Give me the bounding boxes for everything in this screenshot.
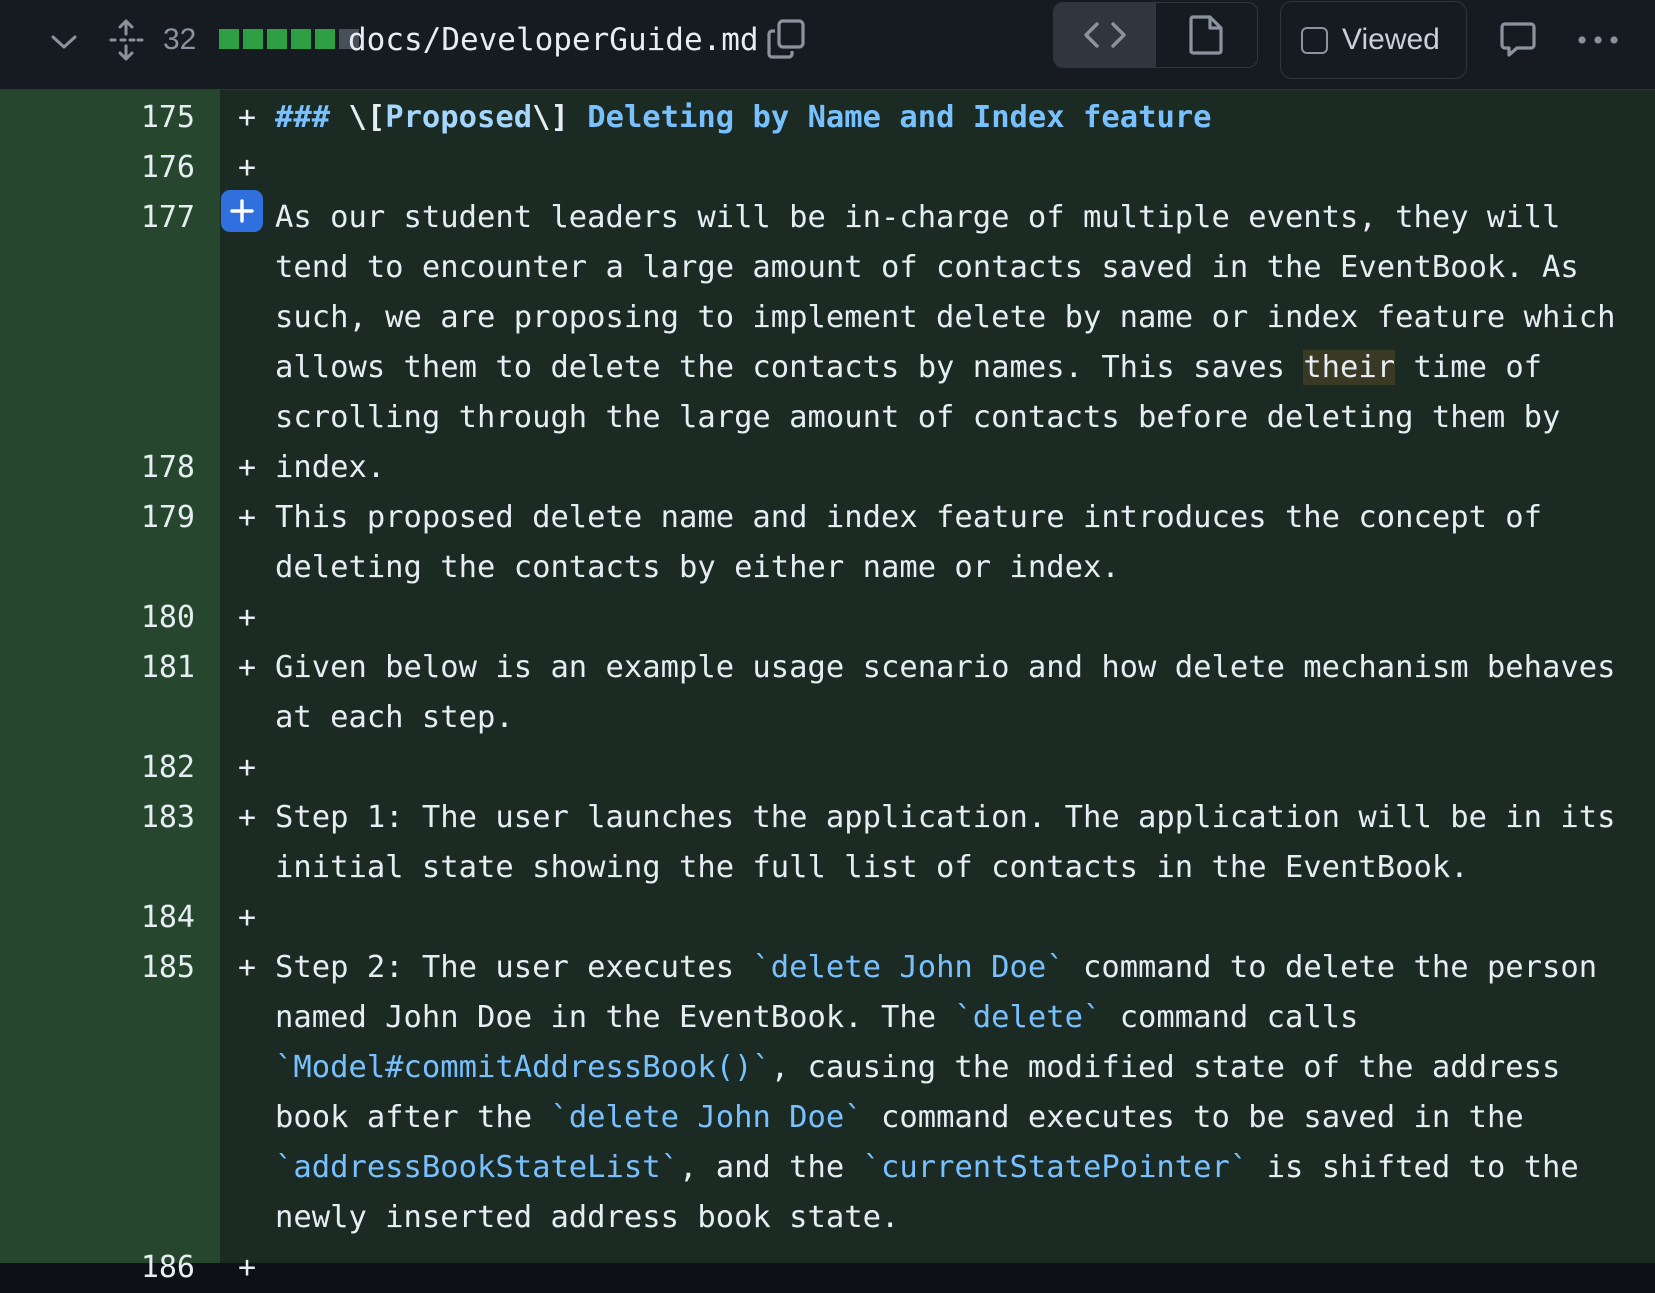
checkbox-icon[interactable] <box>1301 26 1328 54</box>
paragraph-text: command executes to be saved in the <box>862 1100 1543 1135</box>
inline-code: `currentStatePointer` <box>862 1150 1249 1185</box>
line-number[interactable]: 181 <box>0 643 195 693</box>
code-view-button[interactable] <box>1054 3 1156 67</box>
kebab-horizontal-icon[interactable] <box>1572 16 1624 64</box>
diffstat-square <box>291 29 311 49</box>
addition-marker: + <box>238 1250 257 1285</box>
code-icon <box>1084 22 1126 48</box>
line-number[interactable]: 177 <box>0 193 195 243</box>
line-number[interactable]: 184 <box>0 893 195 943</box>
paragraph-text: , and the <box>678 1150 863 1185</box>
heading-hashes: ### <box>275 100 331 135</box>
unfold-icon[interactable] <box>104 16 148 64</box>
line-content: Step 2: The user executes `delete John D… <box>275 943 1647 1243</box>
line-content: Step 1: The user launches the applicatio… <box>275 800 1634 885</box>
addition-marker: + <box>238 450 257 485</box>
file-icon <box>1189 15 1223 55</box>
addition-marker: + <box>238 100 257 135</box>
viewed-label: Viewed <box>1342 23 1440 56</box>
line-number[interactable]: 186 <box>0 1243 195 1293</box>
addition-marker: + <box>238 150 257 185</box>
line-number[interactable]: 182 <box>0 743 195 793</box>
line-number[interactable]: 178 <box>0 443 195 493</box>
line-content: ### \[Proposed\] Deleting by Name and In… <box>275 93 1647 143</box>
view-toggle <box>1053 2 1258 68</box>
line-content: As our student leaders will be in-charge… <box>275 193 1647 493</box>
comment-icon[interactable] <box>1496 16 1540 64</box>
line-number[interactable]: 176 <box>0 143 195 193</box>
paragraph-text: Step 2: The user executes <box>275 950 753 985</box>
line-number[interactable]: 175 <box>0 93 195 143</box>
line-number[interactable]: 183 <box>0 793 195 843</box>
line-content: This proposed delete name and index feat… <box>275 500 1561 585</box>
diff-table: 175 + ### \[Proposed\] Deleting by Name … <box>0 90 1655 1285</box>
diffstat-bar <box>219 29 359 49</box>
inline-code: `Model#commitAddressBook()` <box>275 1050 771 1085</box>
plus-icon <box>230 199 254 223</box>
paragraph-text: command calls <box>1101 1000 1377 1035</box>
file-header: 32 docs/DeveloperGuide.md Viewed <box>0 0 1655 90</box>
addition-marker: + <box>238 650 257 685</box>
inline-code: `addressBookStateList` <box>275 1150 679 1185</box>
diffstat-square <box>219 29 239 49</box>
addition-marker: + <box>238 950 257 985</box>
diffstat-square <box>267 29 287 49</box>
add-line-comment-button[interactable] <box>221 190 263 232</box>
viewed-checkbox[interactable]: Viewed <box>1280 1 1467 79</box>
changed-lines-count: 32 <box>163 23 197 56</box>
chevron-down-icon[interactable] <box>44 22 84 62</box>
addition-marker: + <box>238 600 257 635</box>
heading-title: Deleting by Name and Index feature <box>587 100 1212 135</box>
inline-code: `delete` <box>954 1000 1102 1035</box>
inline-code: `delete John Doe` <box>752 950 1065 985</box>
rich-view-button[interactable] <box>1156 3 1258 67</box>
line-content: Given below is an example usage scenario… <box>275 650 1634 735</box>
line-number[interactable]: 179 <box>0 493 195 543</box>
addition-marker: + <box>238 500 257 535</box>
diffstat-square <box>243 29 263 49</box>
file-name-link[interactable]: docs/DeveloperGuide.md <box>348 18 759 62</box>
heading-escape-open: \[ <box>348 100 386 135</box>
heading-escape-close: \] <box>532 100 569 135</box>
inline-code: `delete John Doe` <box>550 1100 863 1135</box>
addition-marker: + <box>238 900 257 935</box>
addition-marker: + <box>238 750 257 785</box>
addition-marker: + <box>238 800 257 835</box>
copy-icon[interactable] <box>762 14 810 64</box>
line-number[interactable]: 180 <box>0 593 195 643</box>
heading-bracket-text: Proposed <box>385 100 533 135</box>
highlighted-word: their <box>1303 350 1396 385</box>
line-number[interactable]: 185 <box>0 943 195 993</box>
diffstat-square <box>315 29 335 49</box>
